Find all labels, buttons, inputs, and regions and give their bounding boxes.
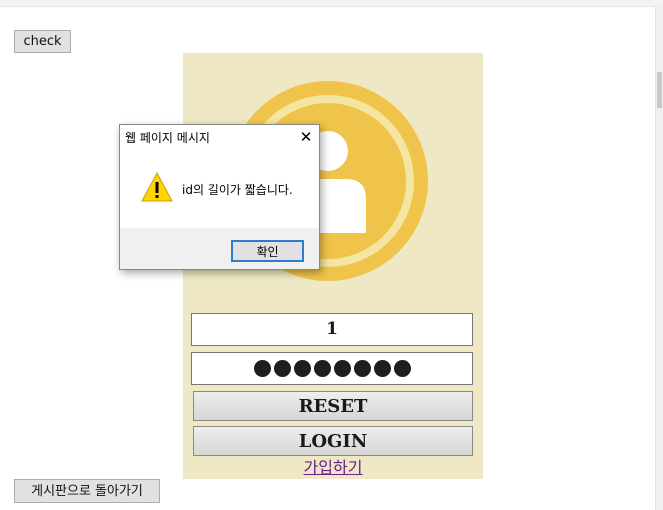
password-dot [313,360,331,377]
password-input[interactable] [191,352,473,385]
dialog-footer: 확인 [120,228,319,269]
password-dot [333,360,351,377]
check-button[interactable]: check [14,30,71,53]
password-dot [293,360,311,377]
join-link[interactable]: 가입하기 [183,458,483,478]
password-dot [373,360,391,377]
login-button[interactable]: LOGIN [193,426,473,456]
back-to-board-button[interactable]: 게시판으로 돌아가기 [14,479,160,503]
ok-button[interactable]: 확인 [231,240,304,262]
password-dot [253,360,271,377]
password-dot [273,360,291,377]
password-dot [353,360,371,377]
warning-icon [141,171,173,202]
reset-button[interactable]: RESET [193,391,473,421]
scrollbar-thumb[interactable] [657,72,662,108]
close-icon[interactable]: ✕ [296,127,316,147]
alert-dialog: 웹 페이지 메시지 ✕ id의 길이가 짧습니다. 확인 [119,124,320,270]
id-input[interactable]: 1 [191,313,473,346]
page-top-strip [0,0,663,7]
dialog-title: 웹 페이지 메시지 [125,131,210,145]
dialog-message: id의 길이가 짧습니다. [182,183,293,197]
password-mask [253,353,411,384]
password-dot [393,360,411,377]
